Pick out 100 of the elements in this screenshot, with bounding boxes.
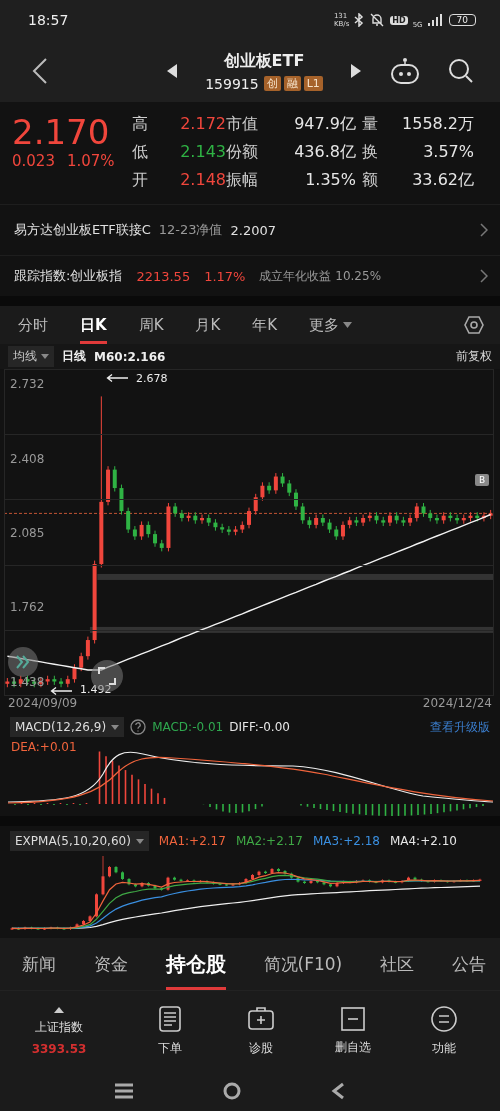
period-tab[interactable]: 分时 [18,306,48,344]
candlestick [72,663,77,684]
menu-circle-icon [431,1005,458,1032]
content-tab[interactable]: 公告 [452,938,486,990]
previous-icon[interactable] [167,64,178,78]
stat-label: 高 [132,113,149,135]
stock-tag: 创 [263,76,281,91]
status-time: 18:57 [28,12,69,28]
back-icon[interactable] [32,58,48,84]
stat-label: 换 [362,141,379,163]
bluetooth-icon [354,13,365,27]
stat-value: 1.35% [304,169,357,191]
minus-square-icon [340,1006,365,1031]
search-icon[interactable] [448,58,474,84]
back-icon[interactable] [331,1082,345,1100]
toolbar-button[interactable]: 功能 [398,1005,490,1057]
candlestick [119,484,124,516]
candlestick [79,652,84,672]
caret-icon [111,724,120,730]
stat-label: 份额 [226,141,259,163]
period-tab[interactable]: 更多 [309,306,353,344]
stat-value: 2.148 [179,169,226,191]
stat-value: 2.172 [179,113,226,135]
settings-icon[interactable] [464,315,484,335]
left-arrow-icon [50,687,72,695]
nav-date: 12-23净值 [158,221,223,239]
chevron-right-icon[interactable] [480,223,488,237]
period-tab[interactable]: 周K [138,306,164,344]
stock-tag: 融 [283,76,301,91]
hd-badge: HD [390,15,408,25]
toolbar-button[interactable]: 下单 [124,1005,216,1057]
content-tab[interactable]: 新闻 [22,938,56,990]
chevron-right-icon[interactable] [480,269,488,283]
fast-forward-button[interactable] [8,647,38,677]
candlestick [414,502,419,522]
indicator-value: MACD:-0.01 [152,720,224,734]
stat-label: 开 [132,169,149,191]
home-icon[interactable] [223,1082,241,1100]
x-axis-label: 2024/12/24 [422,696,492,710]
candlestick [139,520,144,541]
content-tab[interactable]: 资金 [93,938,128,990]
candlestick [85,636,90,661]
stat-label: 额 [362,169,379,191]
toolbar-button[interactable]: 删自选 [307,1006,399,1056]
candlestick [273,472,278,495]
x-axis-label: 2024/09/09 [8,696,78,710]
candlestick [126,507,131,534]
toolbar-button[interactable]: 诊股 [215,1005,307,1057]
ma-dropdown[interactable]: 均线 [8,346,54,367]
low-price-label: 1.492 [80,683,112,696]
candlestick [300,502,305,525]
stock-title: 创业板ETF [223,50,305,72]
stat-value: 1558.2万 [401,113,474,135]
adjust-mode[interactable]: 前复权 [456,348,492,365]
stat-value: 947.9亿 [293,113,357,135]
index-price: 3393.53 [31,1041,87,1056]
stat-value: 3.57% [422,141,474,163]
stock-tag: L1 [303,76,323,91]
stock-code: 159915 [205,75,259,92]
up-triangle-icon [54,1006,64,1013]
indicator-value: DIFF:-0.00 [229,720,290,734]
left-arrow-icon [106,374,128,382]
battery-level: 70 [448,14,476,26]
content-tab[interactable]: 简况(F10) [263,938,343,990]
muted-bell-icon [369,13,386,27]
content-tab[interactable]: 社区 [380,938,415,990]
fund-name[interactable]: 易方达创业板ETF联接C [14,221,151,239]
price-change: 0.023 [12,152,55,170]
robot-icon[interactable] [390,57,420,85]
index-change: 1.17% [204,268,246,284]
candlestick [408,514,413,527]
indicator-dropdown[interactable]: MACD(12,26,9) [10,717,125,737]
indicator-value: MA4:+2.10 [389,834,457,848]
next-icon[interactable] [350,64,361,78]
menu-icon[interactable] [115,1083,133,1099]
y-axis-label: 1.762 [10,600,45,615]
nav-value: 2.2007 [230,222,276,238]
period-tab[interactable]: 月K [195,306,221,344]
candlestick [59,677,64,688]
candlestick [387,511,392,527]
stat-value: 436.8亿 [293,141,357,163]
stat-label: 低 [132,141,149,163]
ma-legend: M60:2.166 [94,349,166,364]
candlestick [247,507,251,529]
period-tab[interactable]: 年K [252,306,278,344]
y-axis-label: 2.408 [10,451,45,466]
upgrade-link[interactable]: 查看升级版 [430,718,490,736]
y-axis-label: 2.732 [10,376,45,391]
index-value: 2213.55 [136,268,191,284]
indicator-dropdown[interactable]: EXPMA(5,10,20,60) [10,831,149,851]
y-axis-label: 2.085 [10,525,45,540]
medical-kit-icon [248,1005,275,1032]
buy-marker[interactable]: B [475,474,490,486]
tracking-index[interactable]: 跟踪指数:创业板指 [14,267,123,285]
document-icon [158,1005,181,1032]
candlestick [260,481,265,502]
caret-icon [135,838,144,844]
help-icon[interactable] [130,719,147,735]
candlestick [179,509,184,522]
index-name[interactable]: 上证指数 [35,1018,83,1036]
